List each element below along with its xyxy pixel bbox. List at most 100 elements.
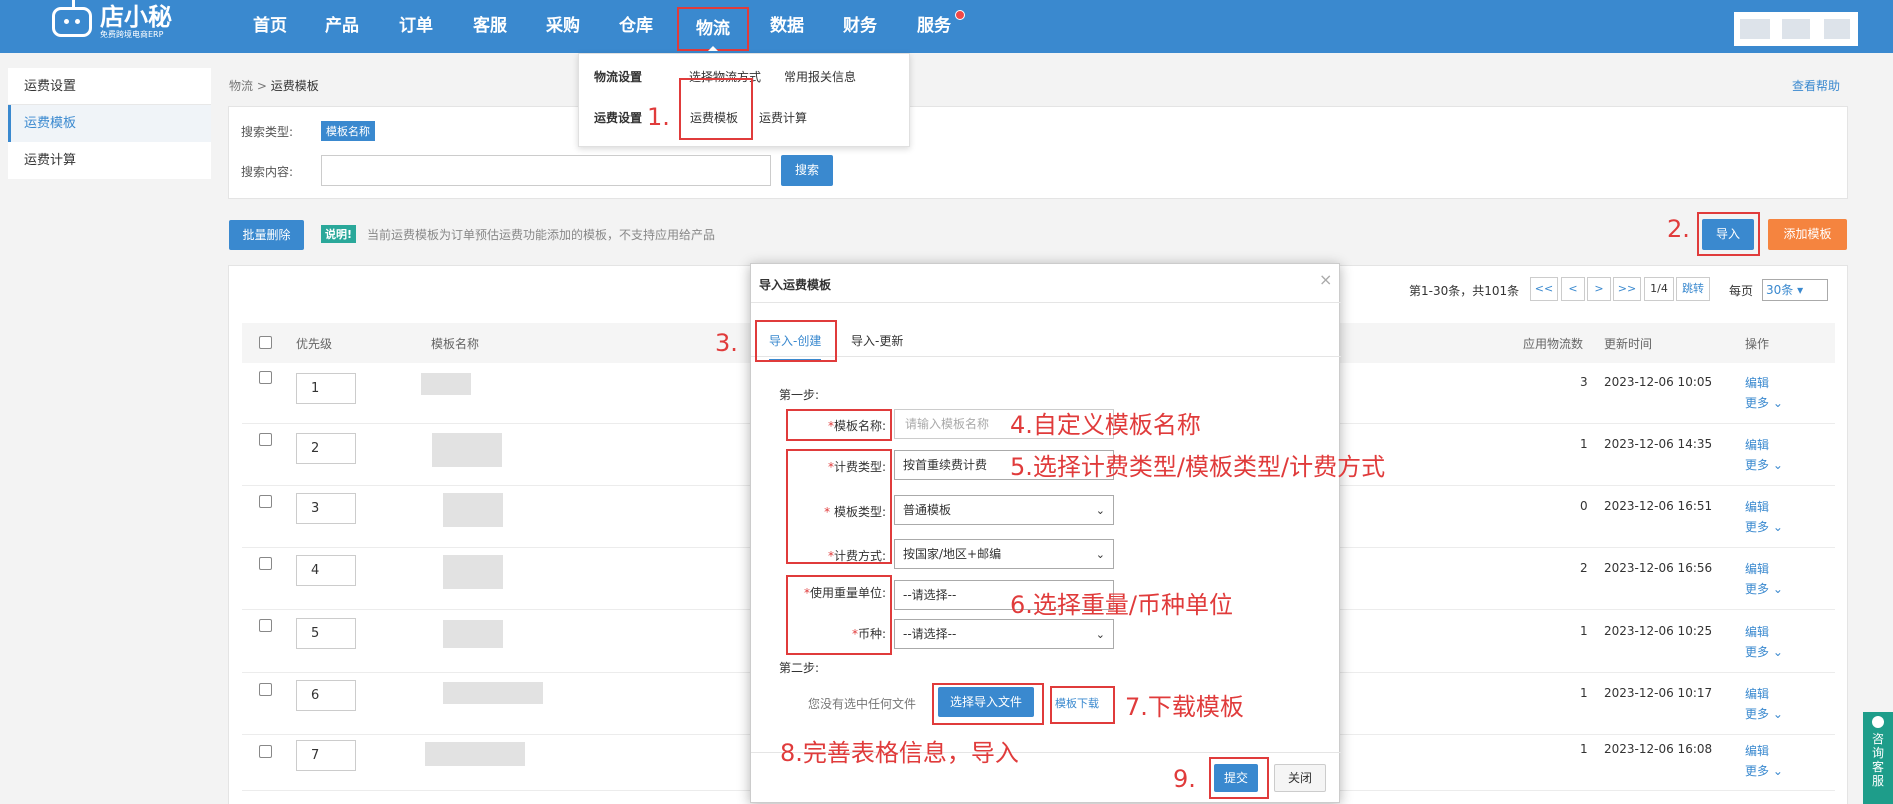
- more-link[interactable]: 更多 ⌄: [1745, 394, 1783, 411]
- close-icon[interactable]: ×: [1319, 270, 1332, 289]
- search-type-tag[interactable]: 模板名称: [321, 121, 375, 141]
- row-checkbox[interactable]: [259, 433, 272, 446]
- pager-last[interactable]: >>: [1613, 277, 1641, 301]
- step-one-label: 第一步:: [779, 388, 820, 402]
- edit-link[interactable]: 编辑: [1745, 742, 1769, 759]
- row-checkbox[interactable]: [259, 371, 272, 384]
- search-button[interactable]: 搜索: [781, 155, 833, 186]
- nav-home[interactable]: 首页: [240, 0, 300, 53]
- edit-link[interactable]: 编辑: [1745, 436, 1769, 453]
- annotation-step-6: 6.选择重量/币种单位: [1010, 591, 1233, 619]
- nav-products[interactable]: 产品: [312, 0, 372, 53]
- note-tag: 说明!: [321, 225, 357, 243]
- tab-import-update[interactable]: 导入-更新: [851, 332, 903, 349]
- currency-select[interactable]: --请选择-- ⌄: [894, 619, 1114, 649]
- chevron-down-icon: ⌄: [1095, 504, 1105, 517]
- pager-first[interactable]: <<: [1530, 277, 1558, 301]
- dropdown-group-shipping-settings: 运费设置: [594, 111, 643, 125]
- blurred-name: [443, 620, 503, 648]
- breadcrumb-parent[interactable]: 物流: [229, 79, 253, 93]
- batch-delete-button[interactable]: 批量删除: [229, 220, 304, 250]
- annotation-step-7: 7.下载模板: [1125, 693, 1244, 721]
- priority-input[interactable]: 3: [296, 493, 356, 524]
- billing-method-select[interactable]: 按国家/地区+邮编 ⌄: [894, 539, 1114, 569]
- row-checkbox[interactable]: [259, 495, 272, 508]
- select-all-checkbox[interactable]: [259, 336, 272, 349]
- edit-link[interactable]: 编辑: [1745, 685, 1769, 702]
- priority-input[interactable]: 1: [296, 373, 356, 404]
- priority-input[interactable]: 2: [296, 433, 356, 464]
- blurred-name: [443, 682, 543, 704]
- per-page-label: 每页: [1729, 284, 1754, 298]
- dropdown-link-shipping-calc[interactable]: 运费计算: [759, 109, 807, 126]
- dropdown-link-customs-info[interactable]: 常用报关信息: [784, 68, 856, 85]
- nav-logistics[interactable]: 物流: [677, 7, 749, 51]
- more-link[interactable]: 更多 ⌄: [1745, 643, 1783, 660]
- row-checkbox[interactable]: [259, 619, 272, 632]
- highlight-box-download: [1050, 686, 1115, 724]
- nav-customer-service[interactable]: 客服: [460, 0, 520, 53]
- more-link[interactable]: 更多 ⌄: [1745, 762, 1783, 779]
- nav-orders[interactable]: 订单: [386, 0, 446, 53]
- notification-dot: [955, 10, 965, 20]
- chevron-down-icon: ⌄: [1095, 548, 1105, 561]
- close-button[interactable]: 关闭: [1274, 764, 1326, 792]
- row-checkbox[interactable]: [259, 745, 272, 758]
- edit-link[interactable]: 编辑: [1745, 560, 1769, 577]
- template-type-select[interactable]: 普通模板 ⌄: [894, 495, 1114, 525]
- priority-input[interactable]: 4: [296, 555, 356, 586]
- highlight-box-import: [1697, 212, 1760, 256]
- breadcrumb: 物流 > 运费模板: [229, 79, 319, 93]
- edit-link[interactable]: 编辑: [1745, 623, 1769, 640]
- blurred-name: [425, 742, 525, 766]
- edit-link[interactable]: 编辑: [1745, 374, 1769, 391]
- nav-services[interactable]: 服务: [904, 0, 964, 53]
- highlight-box-submit: [1209, 757, 1269, 799]
- sidebar-item-shipping-template[interactable]: 运费模板: [8, 105, 211, 142]
- search-input[interactable]: [321, 155, 771, 186]
- blurred-name: [443, 555, 503, 589]
- consult-customer-service-button[interactable]: 咨询客服: [1863, 712, 1893, 804]
- nav-purchasing[interactable]: 采购: [533, 0, 593, 53]
- no-file-text: 您没有选中任何文件: [808, 697, 917, 711]
- nav-warehouse[interactable]: 仓库: [606, 0, 666, 53]
- search-type-label: 搜索类型:: [241, 125, 294, 139]
- user-account-box[interactable]: [1734, 12, 1858, 46]
- nav-finance[interactable]: 财务: [830, 0, 890, 53]
- th-template-name: 模板名称: [431, 337, 480, 351]
- pager-prev[interactable]: <: [1561, 277, 1585, 301]
- priority-input[interactable]: 6: [296, 680, 356, 711]
- note-text: 当前运费模板为订单预估运费功能添加的模板，不支持应用给产品: [367, 228, 716, 242]
- highlight-box-template-name: [786, 409, 892, 441]
- annotation-step-9: 9.: [1173, 765, 1196, 793]
- help-link[interactable]: 查看帮助: [1792, 77, 1840, 94]
- annotation-step-4: 4.自定义模板名称: [1010, 411, 1201, 439]
- row-checkbox[interactable]: [259, 557, 272, 570]
- edit-link[interactable]: 编辑: [1745, 498, 1769, 515]
- sidebar-item-shipping-calc[interactable]: 运费计算: [8, 142, 211, 179]
- highlight-box-unit-fields: [786, 575, 892, 655]
- pager-jump[interactable]: 跳转: [1676, 277, 1710, 301]
- per-page-select[interactable]: 30条 ▾: [1762, 279, 1828, 301]
- more-link[interactable]: 更多 ⌄: [1745, 580, 1783, 597]
- highlight-box-shipping-template: [679, 78, 753, 140]
- row-checkbox[interactable]: [259, 683, 272, 696]
- annotation-step-5: 5.选择计费类型/模板类型/计费方式: [1010, 453, 1386, 481]
- search-panel: 搜索类型: 模板名称 搜索内容: 搜索: [228, 106, 1848, 199]
- priority-input[interactable]: 5: [296, 618, 356, 649]
- step-two-label: 第二步:: [779, 661, 820, 675]
- brand-name: 店小秘: [100, 3, 172, 31]
- highlight-box-import-create-tab: [755, 320, 837, 362]
- th-priority: 优先级: [296, 337, 333, 351]
- brand-logo[interactable]: 店小秘 免费跨境电商ERP: [52, 0, 172, 40]
- pager-next[interactable]: >: [1587, 277, 1611, 301]
- top-nav-bar: 店小秘 免费跨境电商ERP 首页 产品 订单 客服 采购 仓库 物流 数据 财务…: [0, 0, 1893, 53]
- priority-input[interactable]: 7: [296, 740, 356, 771]
- caret-up-icon: [708, 46, 718, 51]
- more-link[interactable]: 更多 ⌄: [1745, 705, 1783, 722]
- more-link[interactable]: 更多 ⌄: [1745, 518, 1783, 535]
- nav-data[interactable]: 数据: [757, 0, 817, 53]
- add-template-button[interactable]: 添加模板: [1768, 219, 1847, 250]
- more-link[interactable]: 更多 ⌄: [1745, 456, 1783, 473]
- sidebar-header: 运费设置: [8, 68, 211, 105]
